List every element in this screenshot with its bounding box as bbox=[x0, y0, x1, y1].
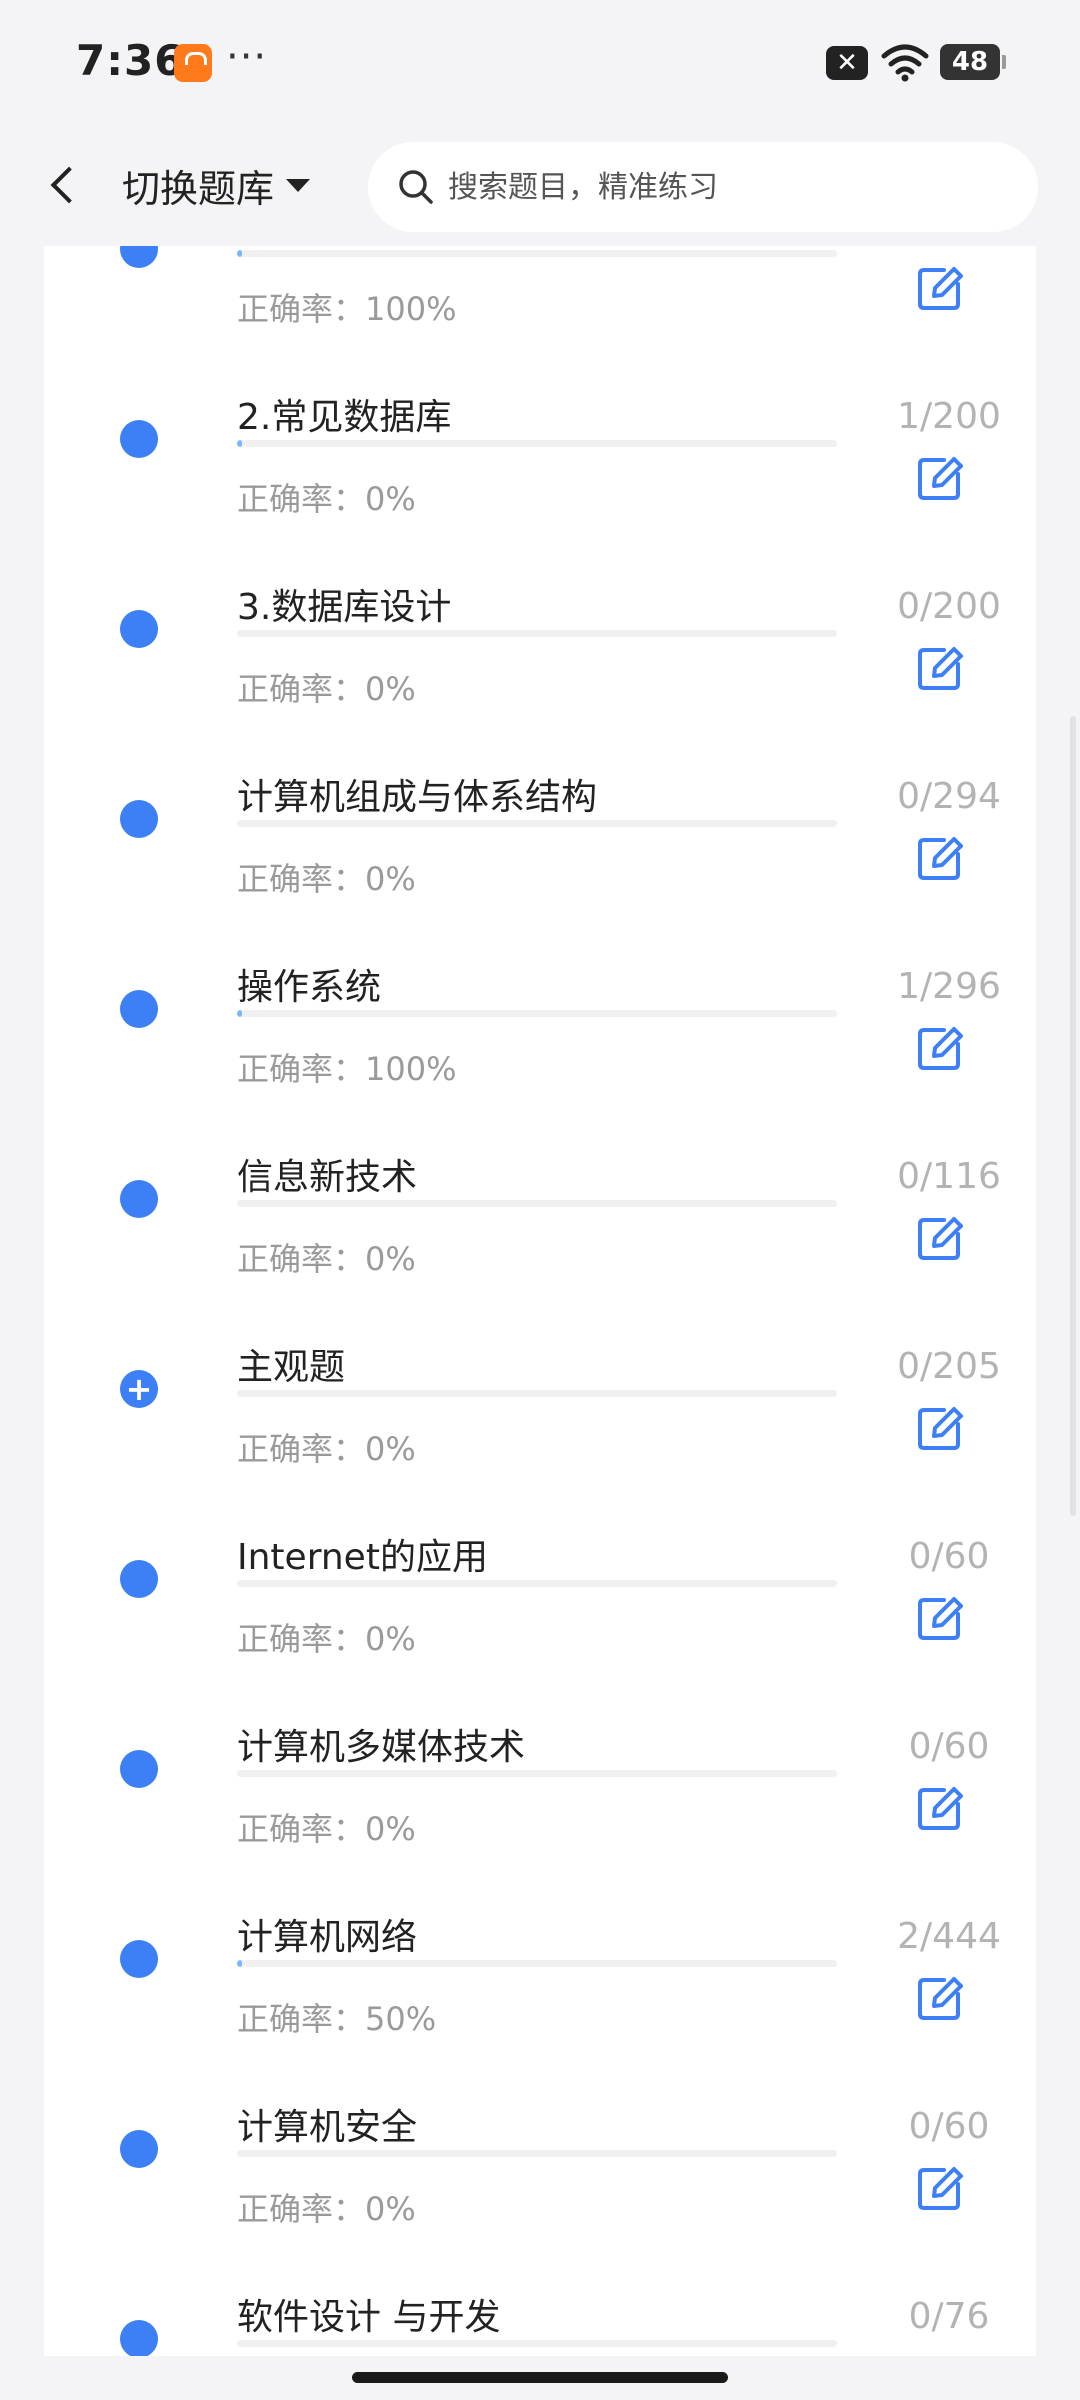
chapter-progress-bar bbox=[237, 1010, 837, 1017]
more-notifications-icon: ··· bbox=[226, 34, 268, 80]
chapter-row[interactable]: 计算机安全 正确率：0% 0/60 bbox=[44, 2010, 1036, 2228]
chapter-progress-bar bbox=[237, 2150, 837, 2157]
search-bar[interactable] bbox=[368, 142, 1038, 232]
chapter-title: 软件设计 与开发 bbox=[237, 2297, 501, 2338]
chapter-count: 2/444 bbox=[897, 1916, 1001, 1957]
chapter-dot-icon bbox=[120, 2320, 158, 2356]
caret-down-icon bbox=[286, 178, 311, 192]
chapter-title: 计算机网络 bbox=[237, 1917, 418, 1958]
chapter-progress-bar bbox=[237, 1390, 837, 1397]
top-bar: 切换题库 bbox=[0, 128, 1080, 246]
chapter-progress-bar bbox=[237, 1580, 837, 1587]
chapter-count: 0/116 bbox=[897, 1156, 1001, 1197]
chapter-row[interactable]: 软件设计 与开发 0/76 bbox=[44, 2200, 1036, 2356]
chapter-count: 1/200 bbox=[897, 396, 1001, 437]
chapter-dot-icon bbox=[120, 610, 158, 648]
scrollbar[interactable] bbox=[1070, 716, 1076, 1516]
chapter-row[interactable]: 操作系统 正确率：100% 1/296 bbox=[44, 870, 1036, 1088]
chapter-title: 计算机多媒体技术 bbox=[237, 1727, 526, 1768]
chapter-title: 操作系统 bbox=[237, 967, 382, 1008]
status-bar: 7:36 ··· ✕ 48 bbox=[0, 0, 1080, 128]
search-input[interactable] bbox=[446, 168, 1010, 206]
chapter-count: 0/60 bbox=[908, 1726, 990, 1767]
chapter-count: 0/200 bbox=[897, 586, 1001, 627]
back-button[interactable] bbox=[36, 150, 96, 220]
switch-question-bank-label: 切换题库 bbox=[122, 166, 275, 211]
switch-question-bank-button[interactable]: 切换题库 bbox=[122, 150, 311, 220]
chapter-progress-bar bbox=[237, 2340, 837, 2347]
expand-plus-icon[interactable]: + bbox=[120, 1370, 158, 1408]
chapter-count: 1/296 bbox=[897, 966, 1001, 1007]
status-time: 7:36 bbox=[76, 36, 185, 85]
chapter-dot-icon bbox=[120, 1750, 158, 1788]
chapter-progress-bar bbox=[237, 1200, 837, 1207]
chapter-dot-icon bbox=[120, 1560, 158, 1598]
chapter-progress-bar bbox=[237, 1770, 837, 1777]
chapter-dot-icon bbox=[120, 246, 158, 268]
chapter-title: 计算机安全 bbox=[237, 2107, 418, 2148]
chapter-dot-icon bbox=[120, 990, 158, 1028]
chapter-list: 正确率：100% 1/202 2.常见数据库 正确率：0% 1/200 3.数据… bbox=[44, 246, 1036, 2356]
chapter-count: 0/60 bbox=[908, 1536, 990, 1577]
chapter-title: 2.常见数据库 bbox=[237, 397, 452, 438]
chapter-dot-icon bbox=[120, 420, 158, 458]
chapter-row[interactable]: 计算机组成与体系结构 正确率：0% 0/294 bbox=[44, 680, 1036, 898]
chapter-title: 计算机组成与体系结构 bbox=[237, 777, 598, 818]
chapter-count: 0/205 bbox=[897, 1346, 1001, 1387]
chapter-row[interactable]: 2.常见数据库 正确率：0% 1/200 bbox=[44, 300, 1036, 518]
chapter-row[interactable]: 信息新技术 正确率：0% 0/116 bbox=[44, 1060, 1036, 1278]
chapter-row[interactable]: 3.数据库设计 正确率：0% 0/200 bbox=[44, 490, 1036, 708]
chapter-progress-bar bbox=[237, 440, 837, 447]
chapter-progress-bar bbox=[237, 250, 837, 257]
search-icon bbox=[399, 170, 433, 204]
chapter-title: 信息新技术 bbox=[237, 1157, 418, 1198]
chapter-count: 0/60 bbox=[908, 2106, 990, 2147]
chapter-row[interactable]: Internet的应用 正确率：0% 0/60 bbox=[44, 1440, 1036, 1658]
wifi-icon bbox=[881, 44, 929, 82]
chapter-progress-bar bbox=[237, 820, 837, 827]
no-sim-icon: ✕ bbox=[826, 46, 868, 80]
chapter-progress-bar bbox=[237, 630, 837, 637]
chapter-title: 3.数据库设计 bbox=[237, 587, 452, 628]
chapter-title: Internet的应用 bbox=[237, 1537, 488, 1578]
chapter-dot-icon bbox=[120, 800, 158, 838]
chapter-count: 0/294 bbox=[897, 776, 1001, 817]
chapter-row[interactable]: 计算机多媒体技术 正确率：0% 0/60 bbox=[44, 1630, 1036, 1848]
chapter-dot-icon bbox=[120, 1180, 158, 1218]
shopping-app-icon bbox=[174, 44, 212, 82]
chapter-dot-icon bbox=[120, 1940, 158, 1978]
chapter-row[interactable]: 计算机网络 正确率：50% 2/444 bbox=[44, 1820, 1036, 2038]
chapter-progress-bar bbox=[237, 1960, 837, 1967]
edit-icon[interactable] bbox=[914, 2352, 966, 2356]
chapter-row[interactable]: + 主观题 正确率：0% 0/205 bbox=[44, 1250, 1036, 1468]
chapter-dot-icon bbox=[120, 2130, 158, 2168]
chapter-list-card: 正确率：100% 1/202 2.常见数据库 正确率：0% 1/200 3.数据… bbox=[44, 246, 1036, 2356]
chapter-row[interactable]: 正确率：100% 1/202 bbox=[44, 246, 1036, 328]
chapter-count: 1/202 bbox=[844, 246, 1036, 247]
chapter-count: 0/76 bbox=[908, 2296, 990, 2337]
battery-icon: 48 bbox=[940, 44, 1006, 80]
home-indicator[interactable] bbox=[352, 2372, 728, 2383]
chapter-title: 主观题 bbox=[237, 1347, 346, 1388]
